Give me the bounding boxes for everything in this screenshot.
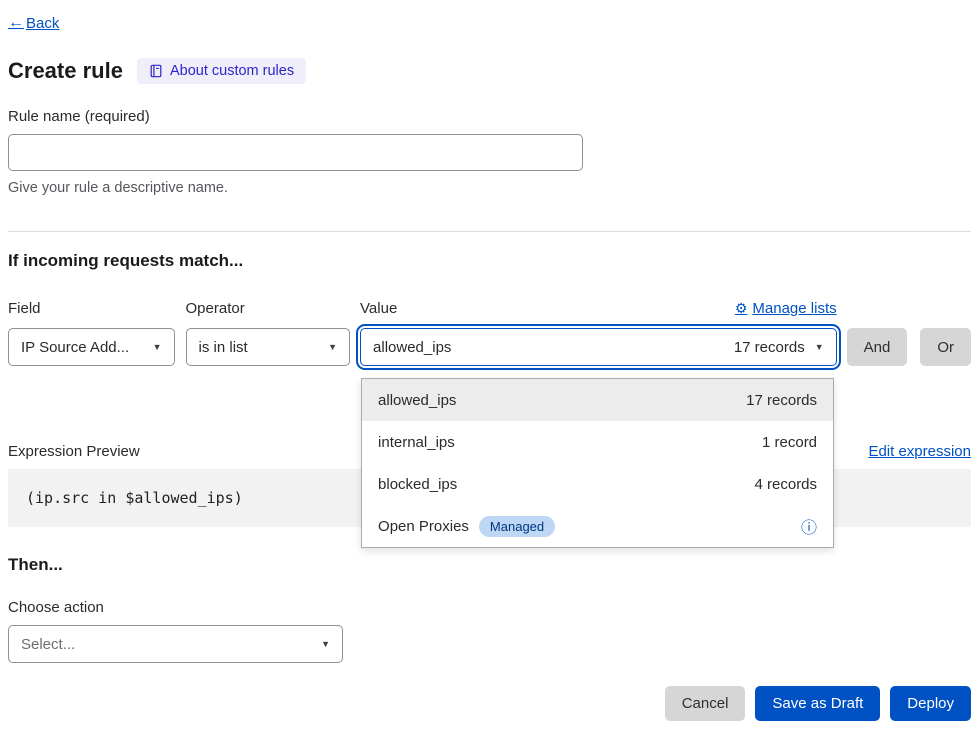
footer-actions: Cancel Save as Draft Deploy xyxy=(8,686,971,721)
list-option-meta: 1 record xyxy=(762,434,817,451)
value-select-meta: 17 records xyxy=(734,339,805,356)
save-as-draft-button[interactable]: Save as Draft xyxy=(755,686,880,721)
section-divider xyxy=(8,231,971,232)
page-title: Create rule xyxy=(8,58,123,84)
manage-lists-link[interactable]: ⚙ Manage lists xyxy=(735,300,837,317)
action-select-placeholder: Select... xyxy=(21,636,75,653)
list-dropdown-menu: allowed_ips 17 records internal_ips 1 re… xyxy=(361,378,834,548)
chevron-down-icon: ▼ xyxy=(321,639,330,649)
back-arrow-icon: ← xyxy=(8,14,24,32)
manage-lists-label: Manage lists xyxy=(752,300,836,317)
match-condition-row: Field IP Source Add... ▼ Operator is in … xyxy=(8,299,971,366)
managed-badge: Managed xyxy=(479,516,555,537)
operator-select-value: is in list xyxy=(199,339,248,356)
create-rule-page: ←Back Create rule About custom rules Rul… xyxy=(0,0,979,721)
field-select[interactable]: IP Source Add... ▼ xyxy=(8,328,175,366)
value-select[interactable]: allowed_ips 17 records ▼ xyxy=(360,328,837,366)
list-option-name: blocked_ips xyxy=(378,476,457,493)
about-custom-rules-label: About custom rules xyxy=(170,63,294,79)
value-select-value: allowed_ips xyxy=(373,339,451,356)
list-option-internal-ips[interactable]: internal_ips 1 record xyxy=(362,421,833,463)
expression-preview-label: Expression Preview xyxy=(8,443,140,460)
field-label: Field xyxy=(8,300,41,317)
book-icon xyxy=(149,64,163,78)
list-option-meta: 4 records xyxy=(755,476,818,493)
expression-text: (ip.src in $allowed_ips) xyxy=(26,489,243,507)
action-select[interactable]: Select... ▼ xyxy=(8,625,343,663)
list-option-name: Open Proxies xyxy=(378,518,469,535)
and-button[interactable]: And xyxy=(847,328,908,366)
info-icon[interactable]: ⓘ xyxy=(801,514,817,538)
chevron-down-icon: ▼ xyxy=(328,342,337,352)
operator-label: Operator xyxy=(186,300,245,317)
or-button[interactable]: Or xyxy=(920,328,971,366)
back-link-label: Back xyxy=(26,15,59,32)
list-option-name: allowed_ips xyxy=(378,392,456,409)
chevron-down-icon: ▼ xyxy=(815,342,824,352)
field-select-value: IP Source Add... xyxy=(21,339,129,356)
gear-icon: ⚙ xyxy=(735,300,748,317)
deploy-button[interactable]: Deploy xyxy=(890,686,971,721)
value-label: Value xyxy=(360,300,397,317)
list-option-open-proxies[interactable]: Open Proxies Managed ⓘ xyxy=(362,505,833,547)
list-option-allowed-ips[interactable]: allowed_ips 17 records xyxy=(362,379,833,421)
match-section-heading: If incoming requests match... xyxy=(8,251,971,271)
then-section-heading: Then... xyxy=(8,555,971,575)
rule-name-input[interactable] xyxy=(8,134,583,171)
list-option-meta: 17 records xyxy=(746,392,817,409)
list-option-blocked-ips[interactable]: blocked_ips 4 records xyxy=(362,463,833,505)
operator-select[interactable]: is in list ▼ xyxy=(186,328,351,366)
chevron-down-icon: ▼ xyxy=(153,342,162,352)
edit-expression-link[interactable]: Edit expression xyxy=(868,443,971,460)
cancel-button[interactable]: Cancel xyxy=(665,686,746,721)
about-custom-rules-link[interactable]: About custom rules xyxy=(137,58,306,84)
list-option-name: internal_ips xyxy=(378,434,455,451)
rule-name-helper-text: Give your rule a descriptive name. xyxy=(8,180,971,196)
choose-action-label: Choose action xyxy=(8,599,971,616)
rule-name-label: Rule name (required) xyxy=(8,108,971,125)
back-link[interactable]: ←Back xyxy=(8,14,59,32)
